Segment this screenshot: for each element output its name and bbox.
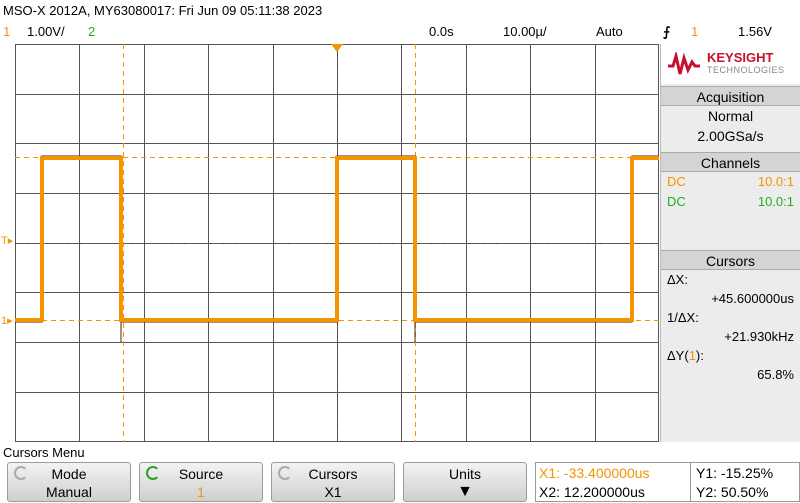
entry-knob-icon <box>146 466 160 480</box>
side-panel: KEYSIGHT TECHNOLOGIES Acquisition Normal … <box>660 44 800 442</box>
source-softkey[interactable]: Source 1 <box>139 462 263 502</box>
ch2-indicator[interactable]: 2 <box>88 22 95 42</box>
delta-x-value: +45.600000us <box>711 291 794 306</box>
acquisition-heading[interactable]: Acquisition <box>661 86 800 106</box>
ch1-trace-highlight <box>15 156 659 322</box>
delay-readout: 0.0s <box>429 24 454 39</box>
trigger-level-marker: T▸ <box>1 235 14 247</box>
cursors-softkey[interactable]: Cursors X1 <box>271 462 395 502</box>
acquisition-rate: 2.00GSa/s <box>697 128 764 144</box>
rotate-knob-icon <box>278 466 292 480</box>
brand-sub: TECHNOLOGIES <box>707 65 785 75</box>
trigger-edge-icon: ⨍ <box>663 24 671 39</box>
ch2-coupling: DC <box>667 194 686 209</box>
units-label: Units <box>449 466 481 482</box>
ch2-probe: 10.0:1 <box>757 194 794 209</box>
acquisition-mode: Normal <box>707 108 754 124</box>
trigger-mode: Auto <box>596 24 623 39</box>
delta-x-label: ΔX: <box>667 272 688 287</box>
keysight-wave-icon <box>668 52 700 75</box>
cursors-heading[interactable]: Cursors <box>661 250 800 270</box>
chevron-down-icon: ▼ <box>457 483 473 500</box>
source-value: 1 <box>197 484 205 500</box>
trigger-position-marker <box>331 44 343 52</box>
keysight-logo: KEYSIGHT TECHNOLOGIES <box>661 44 800 84</box>
rotate-knob-icon <box>14 466 28 480</box>
y1-readout: Y1: -15.25% <box>696 465 774 481</box>
x2-readout: X2: 12.200000us <box>539 484 645 500</box>
waveform-graticule <box>15 44 659 442</box>
ch1-scale: 1.00V/ <box>27 24 65 39</box>
cursor-readout: X1: -33.400000us X2: 12.200000us Y1: -15… <box>535 462 800 502</box>
delta-y-label: ΔY(1): <box>667 348 704 363</box>
ch1-coupling: DC <box>667 174 686 189</box>
trigger-source: 1 <box>691 24 699 39</box>
ch1-probe: 10.0:1 <box>757 174 794 189</box>
mode-value: Manual <box>46 484 92 500</box>
cursors-value: X1 <box>324 484 342 500</box>
ch2-info: DC 10.0:1 <box>661 192 800 212</box>
trigger-level: 1.56V <box>738 24 772 39</box>
y2-readout: Y2: 50.50% <box>696 484 769 500</box>
brand-name: KEYSIGHT <box>707 50 774 65</box>
inverse-delta-x-value: +21.930kHz <box>724 329 794 344</box>
waveform-display[interactable]: T▸ 1▸ <box>1 44 659 442</box>
status-bar: 1 1.00V/ 2 0.0s 10.00µ/ Auto ⨍ 1 1.56V <box>0 22 800 42</box>
ch1-info: DC 10.0:1 <box>661 172 800 192</box>
window-title: MSO-X 2012A, MY63080017: Fri Jun 09 05:1… <box>3 3 323 18</box>
menu-title: Cursors Menu <box>3 445 85 460</box>
timebase-readout: 10.00µ/ <box>503 24 547 39</box>
x1-readout: X1: -33.400000us <box>539 465 650 481</box>
readout-divider <box>690 463 691 501</box>
units-softkey[interactable]: Units ▼ <box>403 462 527 502</box>
delta-y-value: 65.8% <box>757 367 794 382</box>
ch1-ground-marker: 1▸ <box>1 315 13 327</box>
channels-heading[interactable]: Channels <box>661 152 800 172</box>
inverse-delta-x-label: 1/ΔX: <box>667 310 699 325</box>
mode-softkey[interactable]: Mode Manual <box>7 462 131 502</box>
ch1-indicator[interactable]: 1 <box>3 22 10 42</box>
